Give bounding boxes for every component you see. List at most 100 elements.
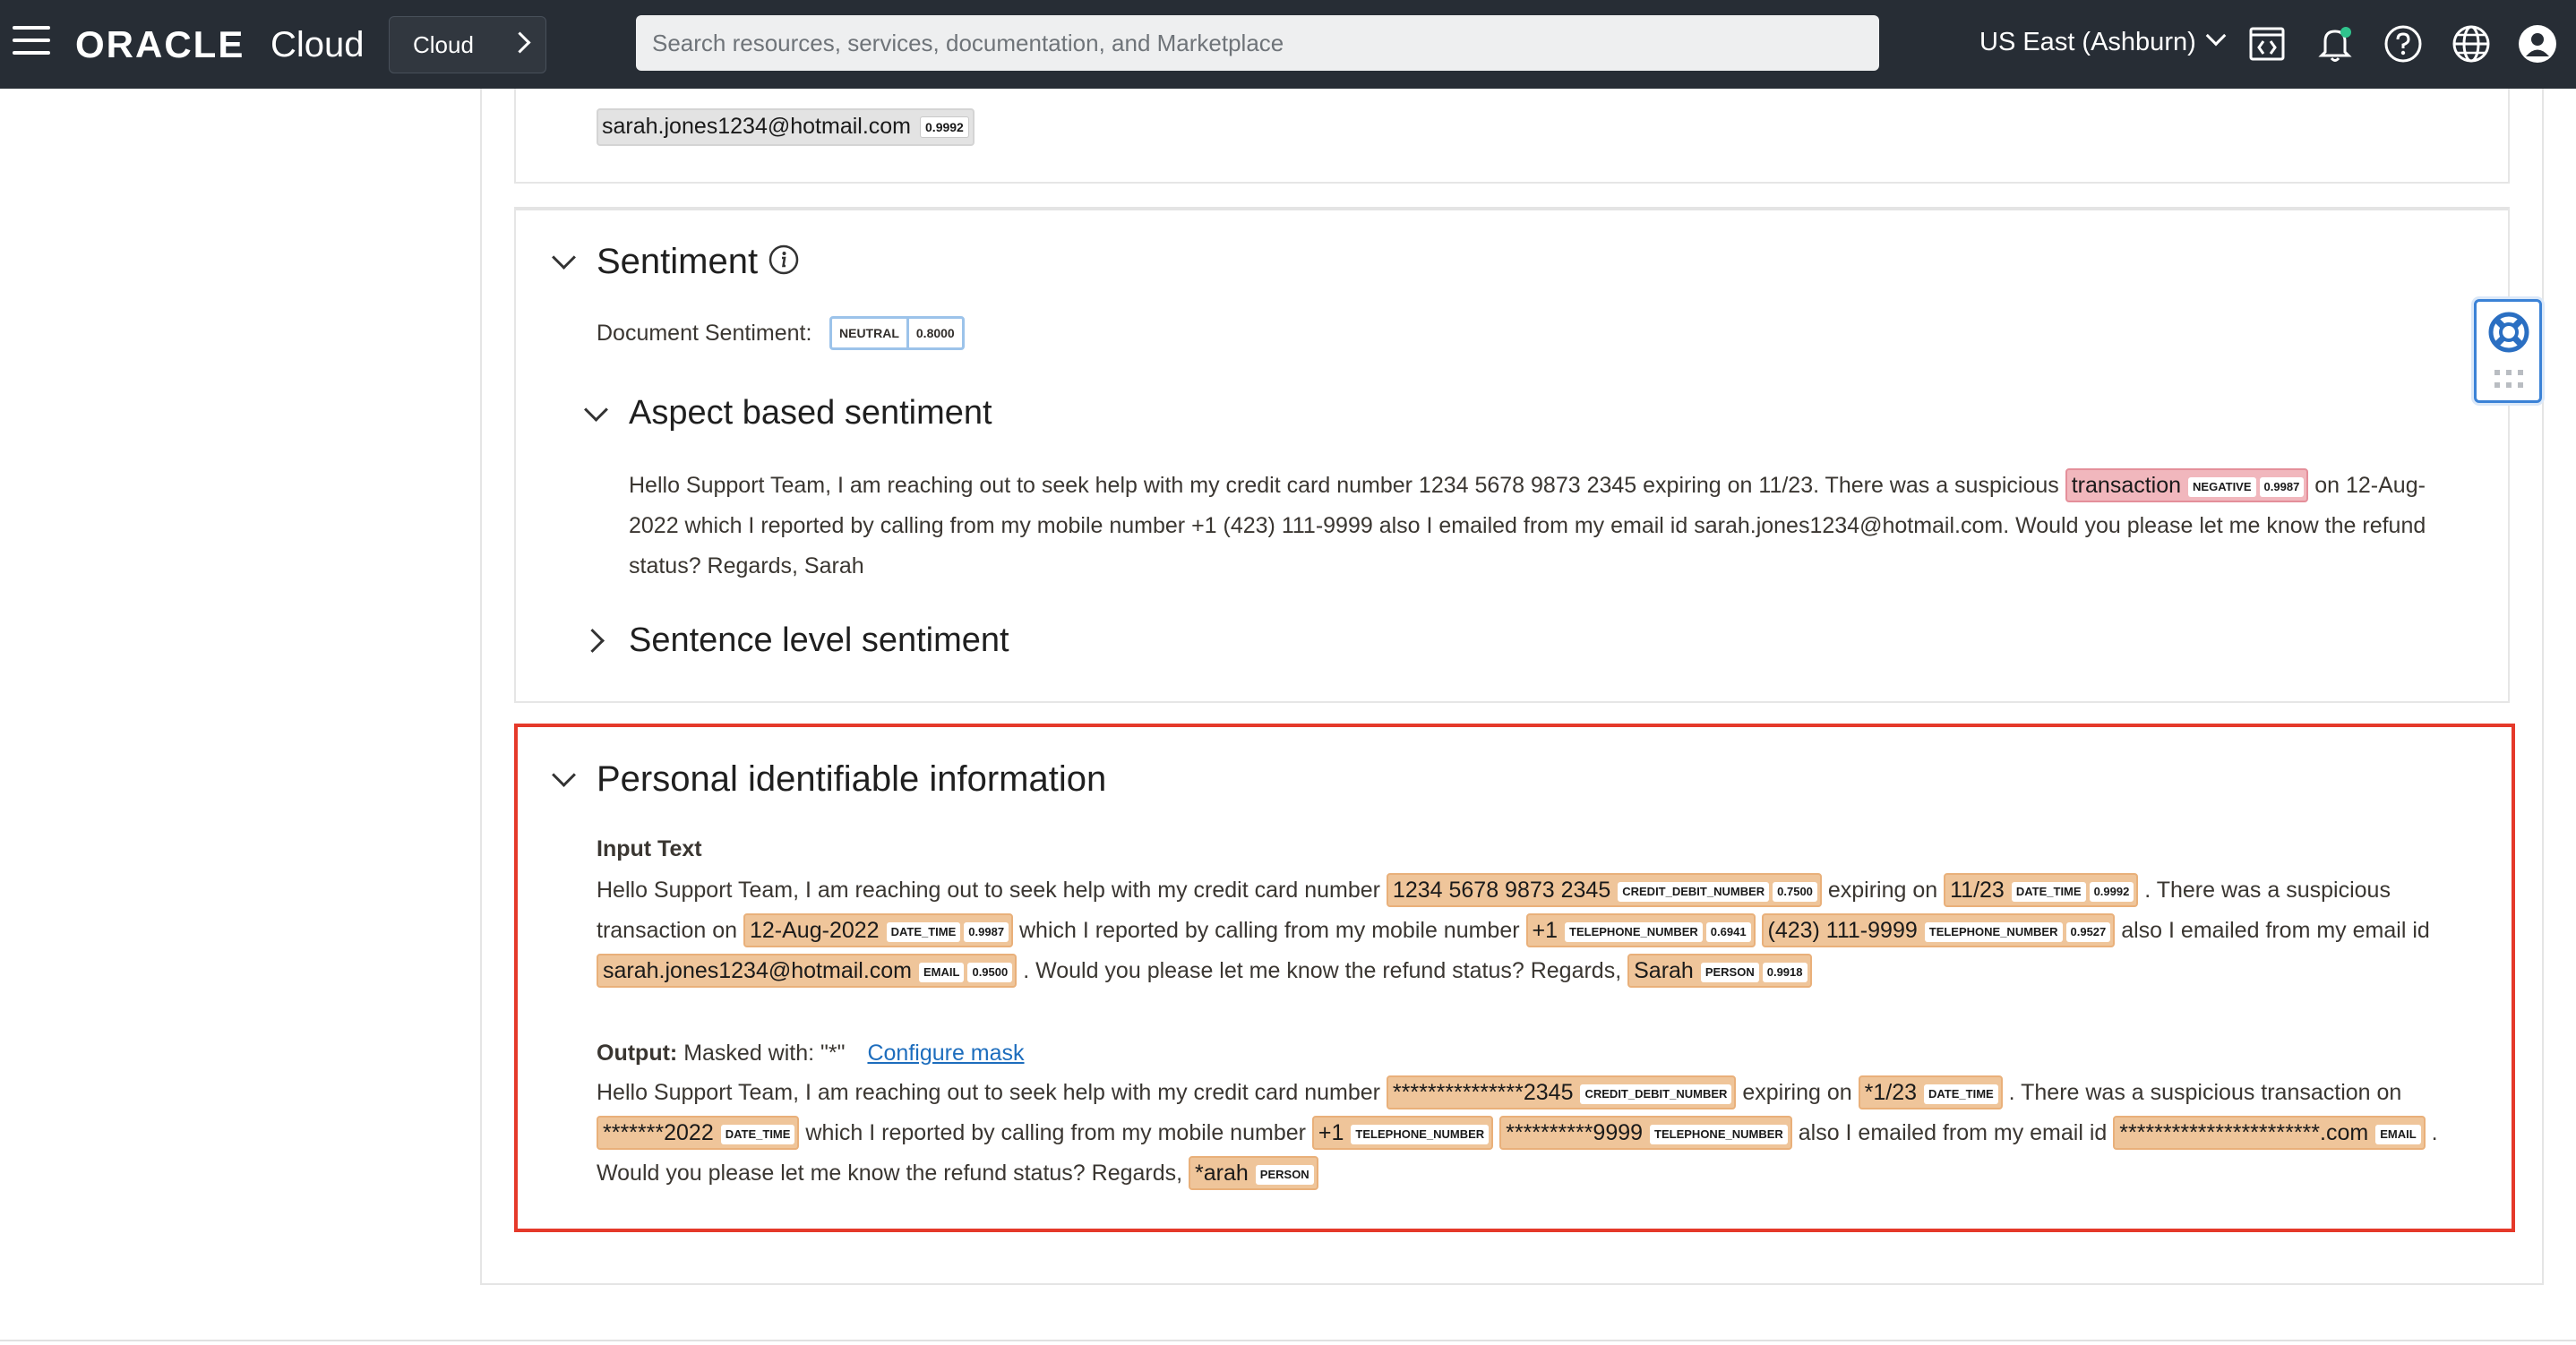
entity-value: *arah [1195, 1161, 1249, 1186]
entity-score: 0.9992 [2089, 882, 2134, 902]
sentence-sentiment-title[interactable]: Sentence level sentiment [629, 620, 1009, 661]
entity-score: 0.9987 [2259, 477, 2305, 497]
entity-tag: TELEPHONE_NUMBER [1650, 1125, 1788, 1144]
configure-mask-link[interactable]: Configure mask [867, 1041, 1024, 1066]
entity-value: +1 [1318, 1120, 1344, 1145]
entity-tag: DATE_TIME [886, 922, 961, 942]
pii-entity: 1234 5678 9873 2345 CREDIT_DEBIT_NUMBER 0.… [1386, 873, 1822, 907]
entity-tag: DATE_TIME [720, 1125, 795, 1144]
entity-value: **********9999 [1506, 1120, 1644, 1145]
masked-with-label: Masked with: "*" [683, 1041, 846, 1066]
entity-tag: NEGATIVE [2188, 477, 2256, 497]
top-navigation-bar: ORACLE Cloud Cloud Classic US East (Ashb… [0, 0, 2576, 114]
masked-entity: ***************2345 CREDIT_DEBIT_NUMBER [1386, 1075, 1737, 1109]
document-sentiment-label: Document Sentiment: [597, 321, 812, 346]
entity-tag: CREDIT_DEBIT_NUMBER [1580, 1084, 1732, 1104]
aspect-sentiment-title[interactable]: Aspect based sentiment [629, 392, 992, 433]
email-entity-score: 0.9992 [920, 116, 969, 139]
oracle-logo[interactable]: ORACLE [75, 23, 245, 66]
chevron-right-icon [509, 31, 531, 54]
output-label: Output: [597, 1041, 678, 1066]
entity-value: 11/23 [1950, 878, 2005, 903]
text-segment: Hello Support Team, I am reaching out to… [597, 1080, 1380, 1105]
page-divider [0, 1340, 2576, 1341]
cloud-classic-label: Cloud Classic [413, 31, 488, 114]
text-segment: also I emailed from my email id [2121, 918, 2430, 943]
output-header: Output: Masked with: "*" Configure mask [597, 1033, 1025, 1074]
text-segment: . [2431, 1120, 2438, 1145]
masked-entity: *arah PERSON [1189, 1156, 1318, 1190]
pii-title[interactable]: Personal identifiable information [597, 758, 1106, 801]
help-widget[interactable] [2474, 299, 2542, 403]
info-icon[interactable] [769, 244, 799, 275]
search-input[interactable] [636, 15, 1879, 71]
entity-value: Sarah [1634, 958, 1694, 983]
entity-score: 0.9918 [1762, 963, 1807, 982]
text-segment: Hello Support Team, I am reaching out to… [629, 473, 2059, 498]
entity-tag: DATE_TIME [1924, 1084, 1998, 1104]
entity-tag: DATE_TIME [2011, 882, 2086, 902]
region-label: US East (Ashburn) [1979, 28, 2196, 56]
entity-score: 0.6941 [1705, 922, 1751, 942]
drag-handle-icon[interactable] [2493, 368, 2525, 390]
text-segment: expiring on [1742, 1080, 1852, 1105]
input-text-label: Input Text [597, 836, 702, 861]
text-segment: which I reported by calling from my mobi… [1019, 918, 1520, 943]
document-sentiment-badge: NEUTRAL 0.8000 [829, 316, 965, 350]
cloud-classic-button[interactable]: Cloud Classic [389, 16, 546, 114]
help-icon[interactable] [2383, 23, 2424, 64]
entity-value: +1 [1532, 918, 1558, 943]
entity-tag: EMAIL [2375, 1125, 2421, 1144]
profile-icon[interactable] [2517, 23, 2558, 64]
text-segment: which I reported by calling from my mobi… [805, 1120, 1306, 1145]
masked-entity: +1 TELEPHONE_NUMBER [1311, 1116, 1494, 1150]
globe-icon[interactable] [2451, 23, 2492, 64]
pii-entity: +1 TELEPHONE_NUMBER 0.6941 [1525, 913, 1756, 947]
menu-icon[interactable] [13, 26, 50, 62]
text-segment: . Would you please let me know the refun… [1023, 958, 1622, 983]
region-selector[interactable]: US East (Ashburn) [1979, 25, 2227, 59]
entity-tag: TELEPHONE_NUMBER [1924, 922, 2063, 942]
entity-value: ***********************.com [2119, 1120, 2369, 1145]
entity-score: 0.9527 [2065, 922, 2111, 942]
entity-tag: PERSON [1255, 1165, 1314, 1185]
pii-entity: 12-Aug-2022 DATE_TIME 0.9987 [743, 913, 1014, 947]
aspect-entity: transaction NEGATIVE 0.9987 [2065, 468, 2309, 502]
lifebuoy-icon [2488, 312, 2529, 353]
entity-value: *******2022 [603, 1120, 714, 1145]
entity-value: (423) 111-9999 [1767, 918, 1918, 943]
entity-score: 0.7500 [1773, 882, 1817, 902]
document-sentiment-score: 0.8000 [906, 319, 962, 347]
entity-value: 12-Aug-2022 [750, 918, 880, 943]
entity-value: sarah.jones1234@hotmail.com [603, 958, 913, 983]
entity-tag: PERSON [1700, 963, 1759, 982]
email-entity-value: sarah.jones1234@hotmail.com [602, 114, 912, 139]
code-editor-icon[interactable] [2246, 23, 2288, 64]
entity-score: 0.9987 [964, 922, 1009, 942]
pii-entity: 11/23 DATE_TIME 0.9992 [1944, 873, 2139, 907]
oracle-cloud-label[interactable]: Cloud [270, 23, 365, 66]
entity-tag: EMAIL [919, 963, 965, 982]
text-segment: Would you please let me know the refund … [597, 1161, 1183, 1186]
document-sentiment-value: NEUTRAL [839, 326, 899, 340]
text-segment: . There was a suspicious transaction on [2008, 1080, 2402, 1105]
entity-value: transaction [2071, 473, 2182, 498]
pii-output-text: Hello Support Team, I am reaching out to… [597, 1073, 2460, 1194]
entity-tag: TELEPHONE_NUMBER [1565, 922, 1703, 942]
masked-entity: *******2022 DATE_TIME [597, 1116, 800, 1150]
entity-value: *1/23 [1864, 1080, 1917, 1105]
pii-entity: Sarah PERSON 0.9918 [1627, 954, 1812, 988]
pii-entity: (423) 111-9999 TELEPHONE_NUMBER 0.9527 [1761, 913, 2116, 947]
chevron-down-icon [2205, 25, 2227, 47]
email-entity-chip: sarah.jones1234@hotmail.com 0.9992 [597, 108, 975, 146]
bell-icon[interactable] [2314, 23, 2356, 64]
masked-entity: **********9999 TELEPHONE_NUMBER [1499, 1116, 1792, 1150]
entity-tag: TELEPHONE_NUMBER [1351, 1125, 1490, 1144]
text-segment: also I emailed from my email id [1798, 1120, 2108, 1145]
entity-value: 1234 5678 9873 2345 [1392, 878, 1611, 903]
pii-entity: sarah.jones1234@hotmail.com EMAIL 0.9500 [597, 954, 1018, 988]
aspect-sentiment-text: Hello Support Team, I am reaching out to… [629, 466, 2438, 587]
sentiment-title[interactable]: Sentiment [597, 240, 758, 283]
masked-entity: ***********************.com EMAIL [2113, 1116, 2426, 1150]
pii-input-text: Hello Support Team, I am reaching out to… [597, 870, 2460, 991]
